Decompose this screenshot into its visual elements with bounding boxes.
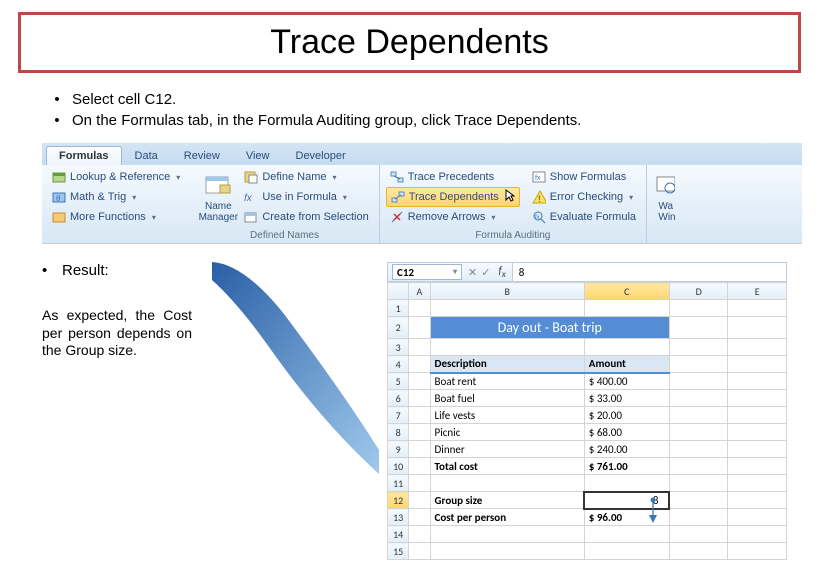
formula-auditing-group-label: Formula Auditing [386,230,640,243]
col-header-desc[interactable]: Description [430,356,584,373]
row-header[interactable]: 15 [388,543,409,560]
group-size-label[interactable]: Group size [430,492,584,509]
svg-text:fx: fx [535,175,541,182]
tab-review[interactable]: Review [171,146,233,165]
row-header[interactable]: 8 [388,424,409,441]
watch-window-icon [653,171,675,199]
row-header[interactable]: 12 [388,492,409,509]
define-name-icon [244,170,258,184]
col-header-a[interactable]: A [409,283,430,300]
more-functions-button[interactable]: More Functions▾ [48,207,184,227]
page-title: Trace Dependents [18,12,801,73]
tab-view[interactable]: View [233,146,283,165]
more-functions-icon [52,210,66,224]
selected-cell-c12[interactable]: 8 [584,492,669,509]
instruction-item: • On the Formulas tab, in the Formula Au… [42,112,807,129]
remove-arrows-button[interactable]: Remove Arrows▾ [386,207,520,227]
evaluate-formula-icon: fx [532,210,546,224]
cursor-icon [505,189,515,206]
cost-per-person-value[interactable]: $ 96.00 [584,509,669,526]
row-header[interactable]: 1 [388,300,409,317]
error-checking-icon: ! [532,190,546,204]
svg-text:fx: fx [535,215,540,221]
cost-per-person-label[interactable]: Cost per person [430,509,584,526]
formula-bar[interactable]: 8 [512,263,786,281]
col-header-c[interactable]: C [584,283,669,300]
tab-developer[interactable]: Developer [283,146,359,165]
row-header[interactable]: 13 [388,509,409,526]
col-header-b[interactable]: B [430,283,584,300]
svg-text:fx: fx [244,193,253,204]
col-header-amt[interactable]: Amount [584,356,669,373]
row-header[interactable]: 14 [388,526,409,543]
col-header-e[interactable]: E [728,283,787,300]
trace-precedents-icon [390,170,404,184]
data-cell[interactable]: $ 68.00 [584,424,669,441]
data-cell[interactable]: Picnic [430,424,584,441]
remove-arrows-icon [390,210,404,224]
instructions-list: • Select cell C12. • On the Formulas tab… [42,91,807,129]
row-header[interactable]: 7 [388,407,409,424]
use-formula-icon: fx [244,190,258,204]
data-cell[interactable]: Boat fuel [430,390,584,407]
excel-ribbon: Formulas Data Review View Developer Look… [42,143,802,244]
worksheet-grid[interactable]: A B C D E 1 2 Day out - Boat trip 3 4 De… [387,282,787,560]
row-header[interactable]: 5 [388,373,409,390]
define-name-button[interactable]: Define Name▾ [240,167,372,187]
col-header-d[interactable]: D [669,283,728,300]
svg-text:!: ! [538,194,541,204]
trace-dependents-icon [391,190,405,204]
show-formulas-button[interactable]: fx Show Formulas [528,167,640,187]
tab-data[interactable]: Data [122,146,171,165]
data-cell[interactable]: Boat rent [430,373,584,390]
row-header[interactable]: 2 [388,317,409,339]
create-selection-icon [244,210,258,224]
tab-formulas[interactable]: Formulas [46,146,122,165]
row-header[interactable]: 9 [388,441,409,458]
data-cell[interactable]: $ 20.00 [584,407,669,424]
cancel-icon[interactable]: ✕ [468,266,477,279]
select-all-corner[interactable] [388,283,409,300]
data-cell[interactable]: $ 400.00 [584,373,669,390]
svg-text:θ: θ [56,194,61,203]
name-manager-button[interactable]: Name Manager [196,167,240,230]
evaluate-formula-button[interactable]: fx Evaluate Formula [528,207,640,227]
name-manager-icon [204,171,232,199]
data-cell[interactable]: Life vests [430,407,584,424]
result-bullet: • [42,262,62,279]
create-selection-button[interactable]: Create from Selection [240,207,372,227]
math-icon: θ [52,190,66,204]
data-cell[interactable]: $ 33.00 [584,390,669,407]
math-trig-button[interactable]: θ Math & Trig▾ [48,187,184,207]
defined-names-group-label: Defined Names [196,230,372,243]
result-label: Result: [62,262,109,279]
instruction-item: • Select cell C12. [42,91,807,108]
data-cell[interactable]: $ 240.00 [584,441,669,458]
lookup-icon [52,170,66,184]
row-header[interactable]: 6 [388,390,409,407]
total-amount-cell[interactable]: $ 761.00 [584,458,669,475]
sheet-title-cell[interactable]: Day out - Boat trip [430,317,669,339]
trace-dependents-button[interactable]: Trace Dependents [386,187,520,207]
error-checking-button[interactable]: ! Error Checking▾ [528,187,640,207]
data-cell[interactable]: Dinner [430,441,584,458]
watch-window-button[interactable]: WaWin [653,167,675,230]
row-header[interactable]: 3 [388,339,409,356]
ribbon-tab-strip: Formulas Data Review View Developer [42,143,802,165]
spreadsheet: C12 ▾ ✕ ✓ fx 8 A B C D E 1 2 Day out - B… [387,262,787,560]
result-note: As expected, the Cost per person depends… [42,307,192,360]
total-label-cell[interactable]: Total cost [430,458,584,475]
lookup-reference-button[interactable]: Lookup & Reference▾ [48,167,184,187]
swoosh-arrow [232,262,367,560]
row-header[interactable]: 10 [388,458,409,475]
show-formulas-icon: fx [532,170,546,184]
name-box[interactable]: C12 ▾ [392,264,462,280]
trace-precedents-button[interactable]: Trace Precedents [386,167,520,187]
row-header[interactable]: 11 [388,475,409,492]
row-header[interactable]: 4 [388,356,409,373]
enter-icon[interactable]: ✓ [481,266,490,279]
use-in-formula-button[interactable]: fx Use in Formula▾ [240,187,372,207]
fx-icon[interactable]: fx [498,264,505,280]
